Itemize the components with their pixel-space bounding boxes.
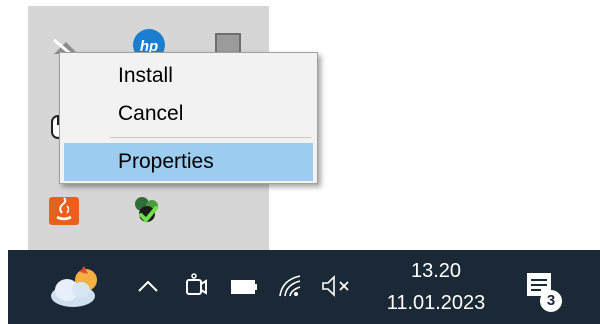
wifi-icon[interactable] xyxy=(276,272,304,300)
taskbar: 13.20 11.01.2023 3 xyxy=(8,250,600,324)
java-update-icon[interactable] xyxy=(48,196,80,226)
menu-item-cancel[interactable]: Cancel xyxy=(64,95,313,133)
menu-separator xyxy=(110,137,311,138)
security-shield-icon[interactable] xyxy=(130,194,164,228)
context-menu: Install Cancel Properties xyxy=(59,52,318,184)
volume-muted-icon[interactable] xyxy=(320,274,354,298)
chevron-up-icon[interactable] xyxy=(136,278,160,294)
battery-icon[interactable] xyxy=(230,278,260,296)
menu-item-install[interactable]: Install xyxy=(64,57,313,95)
clock-date[interactable]: 11.01.2023 xyxy=(366,292,506,315)
meet-now-icon[interactable] xyxy=(184,272,208,300)
menu-item-properties[interactable]: Properties xyxy=(64,143,313,181)
clock-time[interactable]: 13.20 xyxy=(366,260,506,283)
notification-count-badge: 3 xyxy=(540,290,562,312)
weather-cloudy-sun-icon[interactable] xyxy=(48,264,106,310)
